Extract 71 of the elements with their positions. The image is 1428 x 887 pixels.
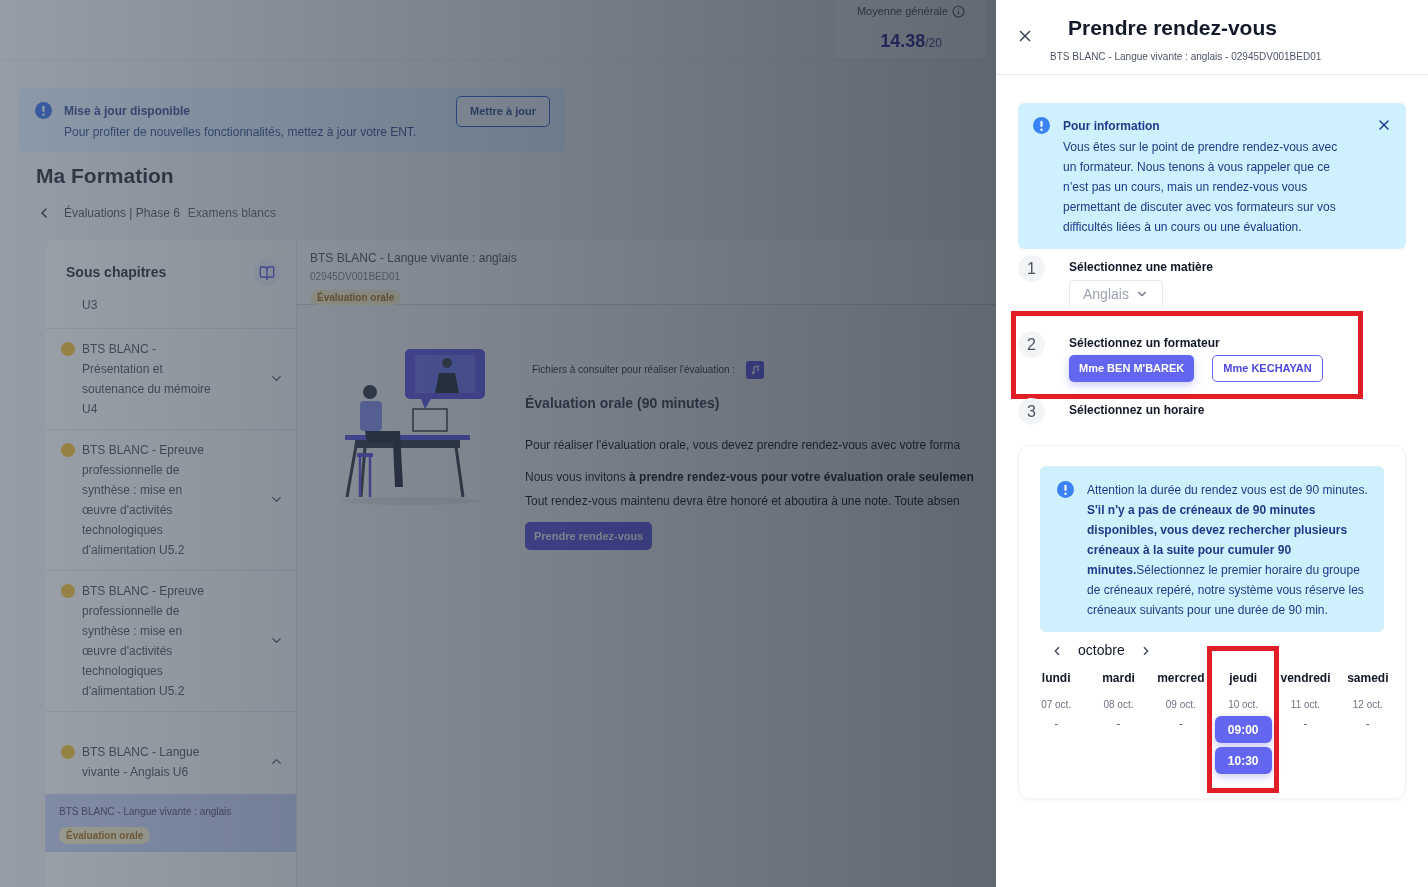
day-name: vendredi: [1280, 670, 1331, 687]
warning-intro: Attention la durée du rendez vous est de 90 minutes.: [1087, 482, 1369, 499]
no-slot-text: -: [1054, 717, 1058, 731]
no-slot-text: -: [1179, 717, 1183, 731]
day-date: 09 oct.: [1165, 698, 1196, 712]
info-icon: [35, 102, 52, 119]
appointment-button[interactable]: Prendre rendez-vous: [525, 521, 653, 550]
chapter-item[interactable]: BTS BLANC - Présentation et soutenance du mémoire U4: [45, 328, 296, 430]
time-slot-button[interactable]: 09:00: [1214, 716, 1272, 743]
day-name: samedi: [1347, 670, 1389, 687]
month-label: octobre: [1078, 641, 1125, 660]
breadcrumb-current: Examens blancs: [187, 204, 276, 222]
step-label: Sélectionnez un horaire: [1069, 402, 1205, 419]
evaluation-title: BTS BLANC - Langue vivante : anglais: [310, 249, 518, 267]
day-date: 12 oct.: [1352, 698, 1383, 712]
chapter-label: BTS BLANC - Présentation et soutenance du mémoire U4: [82, 340, 212, 418]
day-date: 10 oct.: [1228, 698, 1259, 712]
chapter-item[interactable]: BTS BLANC - Epreuve professionnelle de synthèse : mise en œuvre d'activités technologiques d'alimentation U5.2: [45, 429, 296, 571]
banner-text: Pour profiter de nouvelles fonctionnalités, mettez à jour votre ENT.: [64, 124, 418, 141]
chapter-label: BTS BLANC - Epreuve professionnelle de synthèse : mise en œuvre d'activités technologiques d'alimentation U5.2: [82, 582, 206, 700]
day-date: 07 oct.: [1041, 698, 1072, 712]
type-badge: Évaluation orale: [59, 826, 151, 844]
step-number: 1: [1018, 255, 1045, 282]
chapter-label: BTS BLANC - Epreuve professionnelle de synthèse : mise en œuvre d'activités technologiques d'alimentation U5.2: [82, 441, 206, 559]
chapter-item[interactable]: BTS BLANC - Epreuve professionnelle de synthèse : mise en œuvre d'activités technologiques d'alimentation U5.2: [45, 570, 296, 712]
type-badge: Évaluation orale: [310, 289, 402, 305]
day-date: 08 oct.: [1103, 698, 1134, 712]
day-name: mardi: [1102, 670, 1135, 687]
page-title: Ma Formation: [36, 163, 175, 189]
no-slot-text: -: [1303, 717, 1308, 731]
drawer-subtitle: BTS BLANC - Langue vivante : anglais - 02945DV001BED01: [1050, 49, 1322, 64]
breadcrumb-path[interactable]: Évaluations | Phase 6: [64, 203, 180, 222]
subject-dropdown[interactable]: Anglais: [1069, 280, 1163, 307]
sidebar-title: Sous chapitres: [66, 263, 167, 282]
day-name: jeudi: [1229, 670, 1258, 687]
time-slot-button[interactable]: 10:30: [1214, 747, 1272, 774]
chapter-label: BTS BLANC - Langue vivante - Anglais U6: [82, 743, 201, 781]
evaluation-code: 02945DV001BED01: [310, 269, 402, 284]
modal-overlay[interactable]: [0, 0, 996, 887]
average-label: Moyenne générale: [856, 4, 949, 19]
step-label: Sélectionnez un formateur: [1069, 335, 1221, 352]
no-slot-text: -: [1366, 717, 1370, 731]
book-icon[interactable]: [254, 259, 280, 286]
banner-title: Mise à jour disponible: [64, 103, 192, 120]
day-name: mercred: [1157, 670, 1205, 687]
music-file-icon[interactable]: [746, 360, 765, 379]
info-text: Vous êtes sur le point de prendre rendez-vous avec un formateur. Nous tenons à vous rappeler que ce n’est pas un cours, mais un rendez-vous vous permettant de discuter avec vos formateurs sur vos difficultés liées à un cours ou une évaluation.: [1063, 139, 1339, 236]
warning-text: S'il n'y a pas de créneaux de 90 minutes disponibles, vous devez rechercher plusieurs créneaux à la suite pour cumuler 90 minutes.Sélectionnez le premier horaire du groupe de créneaux repéré, notre système vous réserve les créneaux suivants pour une durée de 90 min.: [1087, 502, 1365, 619]
paragraph: Nous vous invitons à prendre rendez-vous pour votre évaluation orale seulemen: [525, 468, 974, 486]
info-title: Pour information: [1063, 118, 1161, 135]
drawer-title: Prendre rendez-vous: [1068, 15, 1278, 41]
step-number: 3: [1018, 398, 1045, 425]
day-date: 11 oct.: [1290, 698, 1321, 712]
info-icon: [952, 4, 966, 18]
paragraph: Tout rendez-vous maintenu devra être honoré et aboutira à une note. Toute absen: [525, 492, 961, 510]
day-name: lundi: [1041, 670, 1071, 687]
chapter-item[interactable]: BTS BLANC - Langue vivante - Anglais U6: [45, 723, 296, 794]
sub-chapter-label: BTS BLANC - Langue vivante : anglais: [59, 804, 233, 819]
average-value: 14.38/20: [880, 29, 942, 53]
sub-chapter-item[interactable]: BTS BLANC - Langue vivante : anglais Évaluation orale: [45, 793, 296, 852]
paragraph: Pour réaliser l'évaluation orale, vous devez prendre rendez-vous avec votre forma: [525, 436, 962, 454]
no-slot-text: -: [1116, 717, 1121, 731]
trainer-button[interactable]: Mme BEN M'BAREK: [1069, 355, 1195, 382]
update-button[interactable]: Mettre à jour: [456, 96, 550, 127]
step-number: 2: [1018, 331, 1045, 358]
step-label: Sélectionnez une matière: [1069, 259, 1214, 276]
trainer-button[interactable]: Mme KECHAYAN: [1212, 355, 1323, 382]
evaluation-heading: Évaluation orale (90 minutes): [525, 393, 721, 413]
chapter-text: U3: [82, 297, 98, 312]
info-icon: [1033, 117, 1050, 134]
info-icon: [1057, 481, 1074, 498]
